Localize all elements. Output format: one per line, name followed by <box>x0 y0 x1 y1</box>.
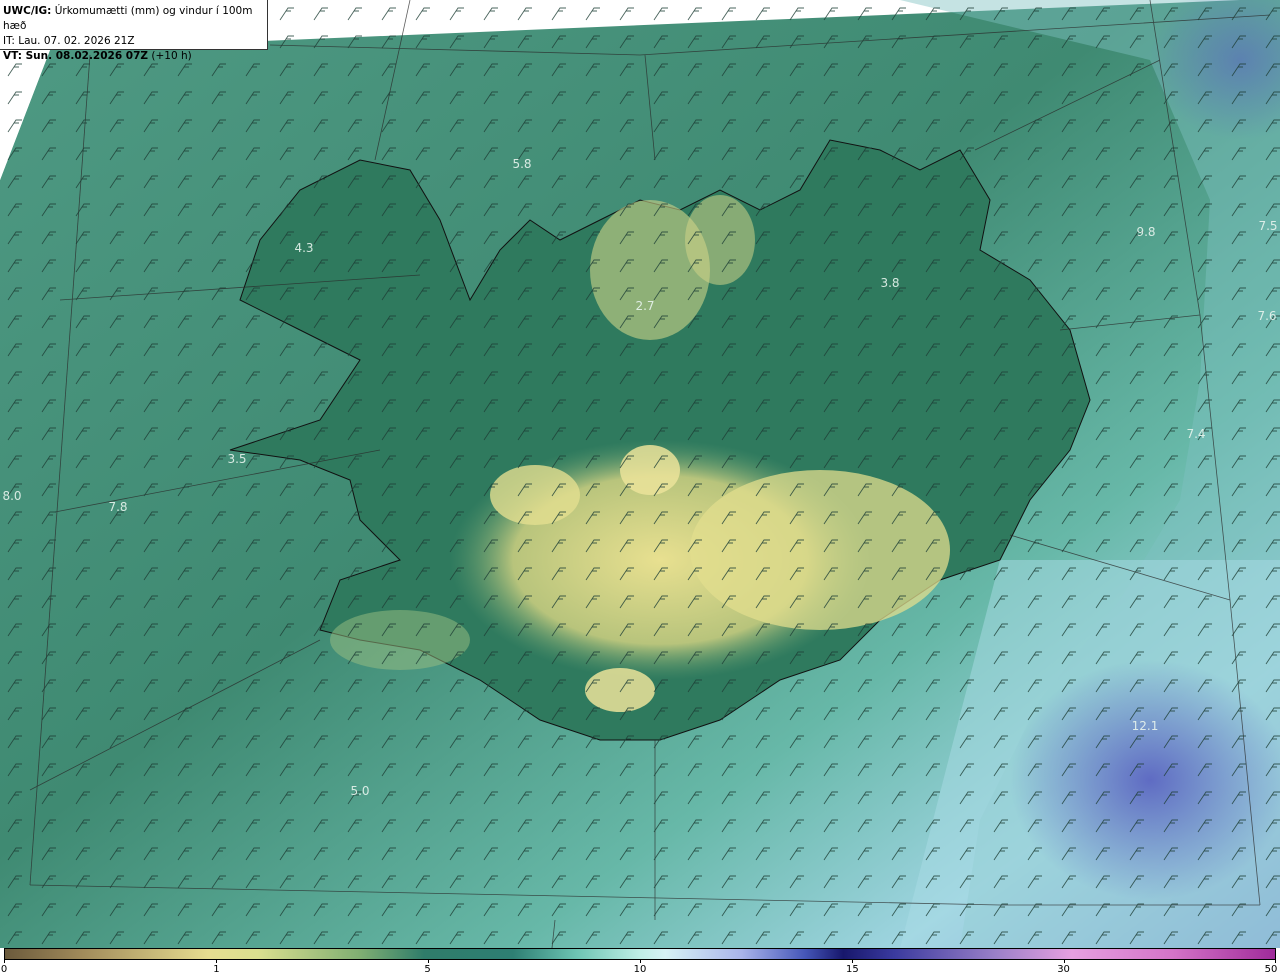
lead-time: (+10 h) <box>151 50 192 62</box>
map-value-label: 4.3 <box>294 241 314 255</box>
title-line: UWC/IG: Úrkomumætti (mm) og vindur í 100… <box>3 4 264 34</box>
map-value-label: 3.5 <box>227 452 247 466</box>
colorbar-label: 50 <box>1264 964 1278 975</box>
valid-time: VT: Sun. 08.02.2026 07Z <box>3 50 149 62</box>
colorbar-label: 10 <box>633 964 647 975</box>
model-name: UWC/IG: <box>3 5 52 17</box>
map-value-label: 7.8 <box>108 500 128 514</box>
map-canvas <box>0 0 1280 948</box>
colorbar: 0 1 5 10 15 30 50 <box>0 948 1280 978</box>
map-value-label: 5.8 <box>512 157 532 171</box>
map-value-label: 12.1 <box>1131 719 1159 733</box>
colorbar-tick <box>427 960 429 963</box>
colorbar-tick <box>1063 960 1065 963</box>
colorbar-tick <box>852 960 854 963</box>
colorbar-label: 15 <box>846 964 859 975</box>
colorbar-label: 30 <box>1057 964 1070 975</box>
map-value-label: 3.8 <box>880 276 900 290</box>
map-value-label: 7.5 <box>1258 219 1278 233</box>
wind-barbs <box>0 0 1280 948</box>
map-value-label: 7.6 <box>1257 309 1277 323</box>
colorbar-tick <box>640 960 641 963</box>
title-box: UWC/IG: Úrkomumætti (mm) og vindur í 100… <box>0 0 268 62</box>
map-value-label: 9.8 <box>1136 225 1156 239</box>
map-value-label: 2.7 <box>635 299 655 313</box>
colorbar-tick <box>1275 960 1276 963</box>
colorbar-label: 1 <box>213 964 220 975</box>
valid-time-line: VT: Sun. 08.02.2026 07Z (+10 h) <box>3 49 264 64</box>
colorbar-tick <box>4 960 5 963</box>
map-value-label: 5.0 <box>350 784 370 798</box>
precipitation-map[interactable]: 5.8 4.3 3.8 3.5 8.0 7.8 5.0 12.1 7.5 7.6 7.4 2.7 9.8 <box>0 0 1280 948</box>
map-value-label: 8.0 <box>2 489 22 503</box>
colorbar-label: 5 <box>424 964 431 975</box>
colorbar-tick <box>216 960 218 963</box>
issue-time: IT: Lau. 07. 02. 2026 21Z <box>3 35 135 47</box>
colorbar-label: 0 <box>0 964 8 975</box>
colorbar-gradient <box>4 948 1276 960</box>
map-value-label: 7.4 <box>1186 427 1206 441</box>
